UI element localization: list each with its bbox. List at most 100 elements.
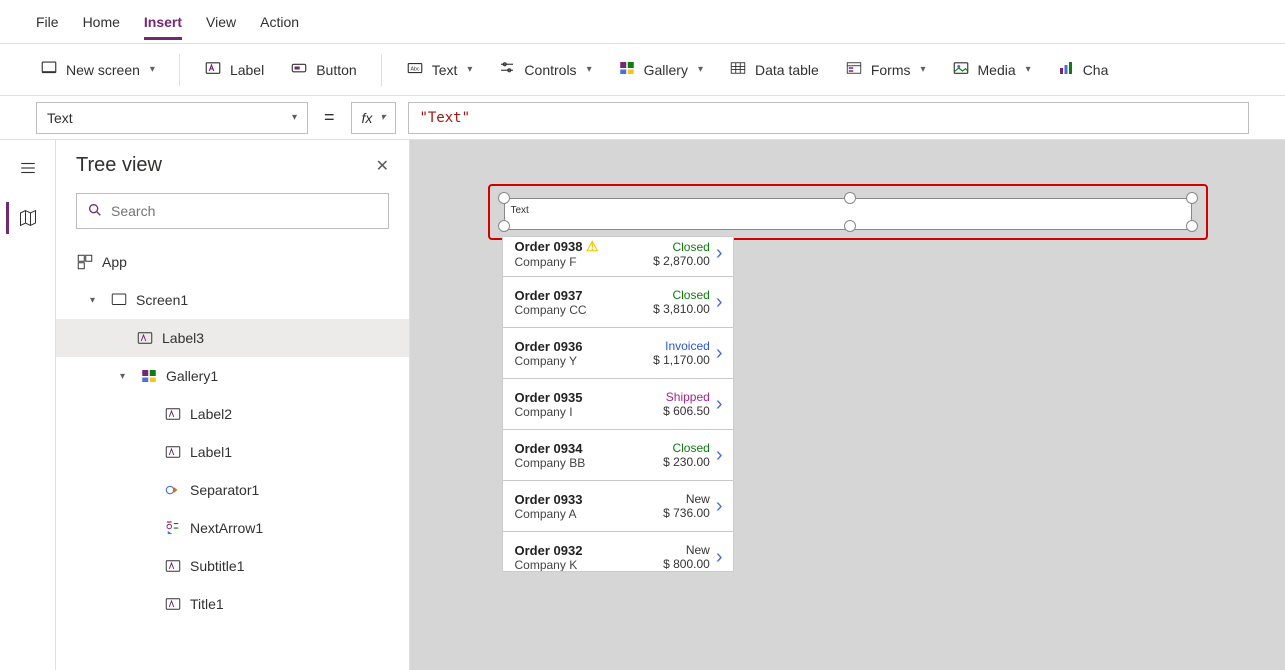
chevron-right-icon[interactable]: › [716, 444, 723, 467]
gallery-label: Gallery [644, 62, 688, 78]
canvas-gallery1[interactable]: Order 0938 ⚠Company FClosed$ 2,870.00›Or… [502, 236, 734, 572]
gallery-dropdown[interactable]: Gallery ▾ [608, 53, 713, 86]
chart-dropdown[interactable]: Cha [1047, 53, 1119, 86]
chevron-right-icon[interactable]: › [716, 242, 723, 265]
screen-icon [110, 291, 128, 309]
order-title: Order 0932 [515, 543, 583, 558]
search-input[interactable] [111, 203, 378, 219]
order-title: Order 0937 [515, 288, 587, 303]
app-icon [76, 253, 94, 271]
gallery-row[interactable]: Order 0938 ⚠Company FClosed$ 2,870.00› [503, 237, 733, 277]
tree-item-label1[interactable]: Label1 [56, 433, 409, 471]
gallery-icon [618, 59, 636, 80]
label-icon [136, 329, 154, 347]
order-status: Closed [672, 288, 709, 302]
order-status: New [686, 492, 710, 506]
canvas[interactable]: Text Order 0938 ⚠Company FClosed$ 2,870.… [410, 140, 1285, 670]
order-status: Shipped [666, 390, 710, 404]
resize-handle[interactable] [1186, 192, 1198, 204]
new-screen-button[interactable]: New screen ▾ [30, 53, 165, 86]
order-company: Company I [515, 405, 583, 419]
tree-label: NextArrow1 [190, 520, 263, 536]
formula-input[interactable]: "Text" [408, 102, 1249, 134]
tree-item-subtitle1[interactable]: Subtitle1 [56, 547, 409, 585]
resize-handle[interactable] [1186, 220, 1198, 232]
chevron-right-icon[interactable]: › [716, 342, 723, 365]
tree-label: Subtitle1 [190, 558, 244, 574]
menu-file[interactable]: File [36, 4, 59, 40]
order-title: Order 0936 [515, 339, 583, 354]
media-dropdown[interactable]: Media ▾ [942, 53, 1041, 86]
chart-label: Cha [1083, 62, 1109, 78]
search-box[interactable] [76, 193, 389, 229]
fx-button[interactable]: fx ▾ [351, 102, 397, 134]
order-status: Invoiced [665, 339, 710, 353]
formula-bar: Text ▾ = fx ▾ "Text" [0, 96, 1285, 140]
menu-action[interactable]: Action [260, 4, 299, 40]
equals-sign: = [320, 107, 339, 128]
chevron-right-icon[interactable]: › [716, 495, 723, 518]
tree-item-separator1[interactable]: Separator1 [56, 471, 409, 509]
gallery-row[interactable]: Order 0933Company ANew$ 736.00› [503, 481, 733, 532]
tree-item-label2[interactable]: Label2 [56, 395, 409, 433]
chevron-down-icon: ▾ [467, 64, 472, 75]
chevron-down-icon: ▾ [698, 64, 703, 75]
rail-tree-view[interactable] [6, 202, 46, 234]
resize-handle[interactable] [498, 192, 510, 204]
menu-home[interactable]: Home [83, 4, 120, 40]
tree-label: Label2 [190, 406, 232, 422]
tree-item-gallery1[interactable]: ▾ Gallery1 [56, 357, 409, 395]
property-selector[interactable]: Text ▾ [36, 102, 308, 134]
gallery-row[interactable]: Order 0937Company CCClosed$ 3,810.00› [503, 277, 733, 328]
search-icon [87, 202, 103, 221]
order-company: Company BB [515, 456, 586, 470]
chevron-right-icon[interactable]: › [716, 393, 723, 416]
order-amount: $ 736.00 [663, 506, 710, 520]
chevron-right-icon[interactable]: › [716, 291, 723, 314]
button-button[interactable]: Button [280, 53, 366, 86]
tree-item-label3[interactable]: Label3 [56, 319, 409, 357]
order-company: Company K [515, 558, 583, 572]
formula-value: "Text" [419, 110, 470, 126]
order-amount: $ 606.50 [663, 404, 710, 418]
resize-handle[interactable] [844, 192, 856, 204]
controls-dropdown[interactable]: Controls ▾ [488, 53, 601, 86]
tree-label: App [102, 254, 127, 270]
controls-icon [498, 59, 516, 80]
resize-handle[interactable] [844, 220, 856, 232]
order-amount: $ 230.00 [663, 455, 710, 469]
separator [381, 54, 382, 86]
gallery-row[interactable]: Order 0936Company YInvoiced$ 1,170.00› [503, 328, 733, 379]
left-rail [0, 140, 56, 670]
table-icon [729, 59, 747, 80]
tree-item-screen1[interactable]: ▾ Screen1 [56, 281, 409, 319]
order-status: Closed [672, 441, 709, 455]
gallery-row[interactable]: Order 0934Company BBClosed$ 230.00› [503, 430, 733, 481]
close-icon[interactable]: ✕ [376, 156, 389, 176]
forms-dropdown[interactable]: Forms ▾ [835, 53, 936, 86]
chevron-right-icon[interactable]: › [716, 546, 723, 569]
controls-label: Controls [524, 62, 576, 78]
gallery-row[interactable]: Order 0935Company IShipped$ 606.50› [503, 379, 733, 430]
data-table-button[interactable]: Data table [719, 53, 829, 86]
menu-insert[interactable]: Insert [144, 4, 182, 40]
tree-item-app[interactable]: App [56, 243, 409, 281]
tree-item-nextarrow1[interactable]: NextArrow1 [56, 509, 409, 547]
artboard: Text Order 0938 ⚠Company FClosed$ 2,870.… [488, 184, 1208, 574]
tree-label: Label3 [162, 330, 204, 346]
gallery-row[interactable]: Order 0932Company KNew$ 800.00› [503, 532, 733, 572]
media-label: Media [978, 62, 1016, 78]
menu-view[interactable]: View [206, 4, 236, 40]
tree-item-title1[interactable]: Title1 [56, 585, 409, 623]
rail-hamburger[interactable] [8, 152, 48, 184]
label-icon [204, 59, 222, 80]
resize-handle[interactable] [498, 220, 510, 232]
separator [179, 54, 180, 86]
tree-list: App ▾ Screen1 Label3 ▾ Gallery1 [56, 243, 409, 623]
text-label: Text [432, 62, 458, 78]
order-amount: $ 1,170.00 [653, 353, 710, 367]
text-dropdown[interactable]: Abc Text ▾ [396, 53, 483, 86]
label-button[interactable]: Label [194, 53, 274, 86]
order-title: Order 0938 ⚠ [515, 238, 599, 255]
tree-label: Title1 [190, 596, 224, 612]
